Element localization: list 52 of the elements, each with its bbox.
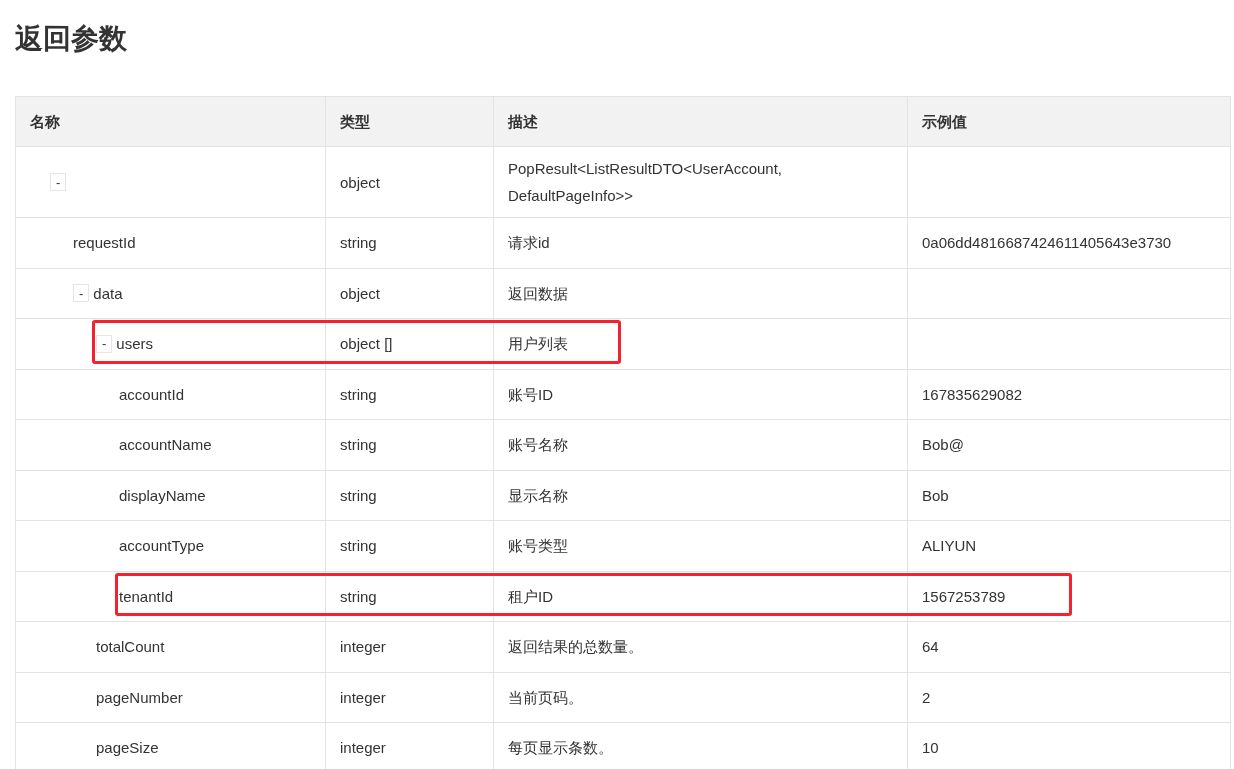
field-name: users xyxy=(116,334,154,355)
field-name: data xyxy=(93,283,123,304)
table-cell: 请求id xyxy=(494,218,908,269)
column-header: 类型 xyxy=(326,97,494,147)
table-cell: 1567253789 xyxy=(908,571,1231,622)
table-cell: string xyxy=(326,369,494,420)
table-cell: 2 xyxy=(908,672,1231,723)
table-cell: 返回结果的总数量。 xyxy=(494,622,908,673)
table-cell: string xyxy=(326,521,494,572)
table-cell: 64 xyxy=(908,622,1231,673)
table-cell: integer xyxy=(326,723,494,769)
field-name: displayName xyxy=(119,485,206,506)
field-name: accountId xyxy=(119,384,185,405)
column-header: 描述 xyxy=(494,97,908,147)
table-cell: 0a06dd4816687424611405643e3730 xyxy=(908,218,1231,269)
table-cell: 账号类型 xyxy=(494,521,908,572)
field-name: totalCount xyxy=(96,637,165,658)
table-cell: 账号ID xyxy=(494,369,908,420)
table-cell: 当前页码。 xyxy=(494,672,908,723)
field-name: pageNumber xyxy=(96,687,183,708)
collapse-toggle[interactable]: - xyxy=(50,173,67,191)
field-name: tenantId xyxy=(119,586,174,607)
collapse-toggle[interactable]: - xyxy=(73,284,90,303)
field-name: pageSize xyxy=(96,738,159,759)
table-cell: 10 xyxy=(908,723,1231,769)
field-name: accountType xyxy=(119,536,205,557)
table-cell: 账号名称 xyxy=(494,420,908,471)
table-cell: string xyxy=(326,470,494,521)
field-name: accountName xyxy=(119,435,212,456)
table-cell: Bob@ xyxy=(908,420,1231,471)
table-cell: string xyxy=(326,218,494,269)
table-cell: 显示名称 xyxy=(494,470,908,521)
table-cell: Bob xyxy=(908,470,1231,521)
table-cell: 用户列表 xyxy=(494,319,908,370)
table-cell: string xyxy=(326,571,494,622)
table-cell: 返回数据 xyxy=(494,268,908,319)
table-cell: integer xyxy=(326,622,494,673)
column-header: 名称 xyxy=(16,97,326,147)
section-title: 返回参数 xyxy=(15,22,127,56)
table-cell: 租户ID xyxy=(494,571,908,622)
field-name: requestId xyxy=(73,233,136,254)
table-cell: object xyxy=(326,147,494,218)
table-cell: 每页显示条数。 xyxy=(494,723,908,769)
table-cell: PopResult<ListResultDTO<UserAccount, DefaultPageInfo>> xyxy=(494,147,908,218)
table-cell: 167835629082 xyxy=(908,369,1231,420)
table-cell: object [] xyxy=(326,319,494,370)
table-cell: object xyxy=(326,268,494,319)
table-cell: string xyxy=(326,420,494,471)
table-cell: ALIYUN xyxy=(908,521,1231,572)
column-header: 示例值 xyxy=(908,97,1231,147)
table-cell: integer xyxy=(326,672,494,723)
collapse-toggle[interactable]: - xyxy=(96,334,113,353)
